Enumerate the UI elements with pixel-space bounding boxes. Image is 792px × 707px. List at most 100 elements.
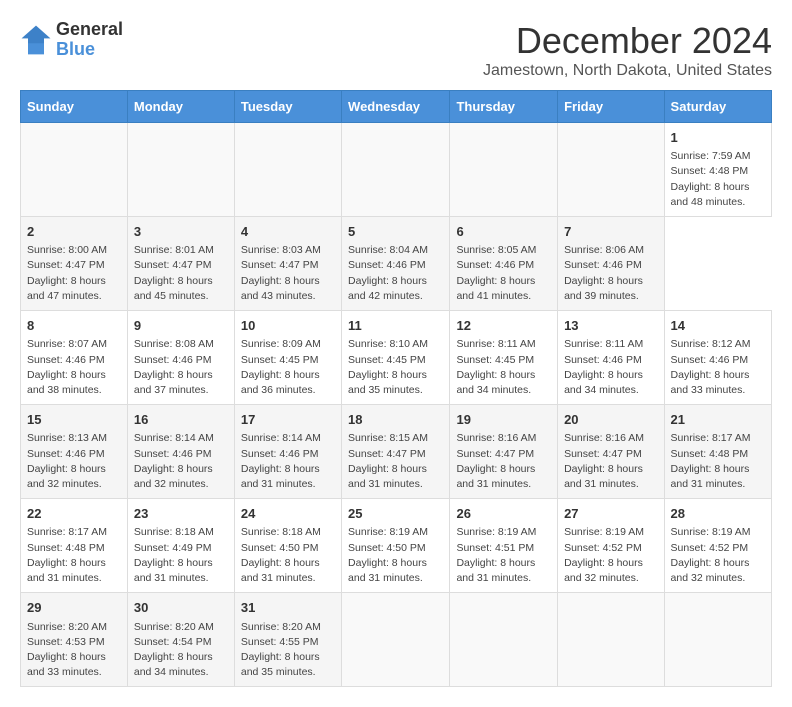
- page-container: General Blue December 2024 Jamestown, No…: [20, 20, 772, 687]
- calendar-cell: 4Sunrise: 8:03 AMSunset: 4:47 PMDaylight…: [234, 217, 341, 311]
- day-number: 2: [27, 223, 121, 241]
- header-day-thursday: Thursday: [450, 91, 558, 123]
- day-info: Sunrise: 8:18 AMSunset: 4:49 PMDaylight:…: [134, 525, 228, 586]
- day-info: Sunrise: 8:16 AMSunset: 4:47 PMDaylight:…: [456, 431, 551, 492]
- calendar-cell: [21, 123, 128, 217]
- header: General Blue December 2024 Jamestown, No…: [20, 20, 772, 80]
- day-number: 23: [134, 505, 228, 523]
- day-number: 25: [348, 505, 443, 523]
- header-day-friday: Friday: [558, 91, 664, 123]
- day-number: 14: [671, 317, 765, 335]
- day-info: Sunrise: 8:14 AMSunset: 4:46 PMDaylight:…: [241, 431, 335, 492]
- day-number: 12: [456, 317, 551, 335]
- calendar-cell: 12 Sunrise: 8:11 AMSunset: 4:45 PMDayligh…: [450, 311, 558, 405]
- calendar-cell: 5Sunrise: 8:04 AMSunset: 4:46 PMDaylight…: [342, 217, 450, 311]
- calendar-cell: 17 Sunrise: 8:14 AMSunset: 4:46 PMDayligh…: [234, 405, 341, 499]
- calendar-cell: 8Sunrise: 8:07 AMSunset: 4:46 PMDaylight…: [21, 311, 128, 405]
- calendar-cell: 1Sunrise: 7:59 AMSunset: 4:48 PMDaylight…: [664, 123, 771, 217]
- calendar-cell: 6 Sunrise: 8:05 AMSunset: 4:46 PMDaylight…: [450, 217, 558, 311]
- day-info: Sunrise: 8:20 AMSunset: 4:55 PMDaylight:…: [241, 620, 335, 681]
- day-number: 28: [671, 505, 765, 523]
- day-number: 21: [671, 411, 765, 429]
- header-day-tuesday: Tuesday: [234, 91, 341, 123]
- day-info: Sunrise: 8:15 AMSunset: 4:47 PMDaylight:…: [348, 431, 443, 492]
- day-number: 13: [564, 317, 657, 335]
- calendar-week-row: 29 Sunrise: 8:20 AMSunset: 4:53 PMDayligh…: [21, 593, 772, 687]
- day-number: 6: [456, 223, 551, 241]
- day-info: Sunrise: 8:17 AMSunset: 4:48 PMDaylight:…: [27, 525, 121, 586]
- day-info: Sunrise: 8:14 AMSunset: 4:46 PMDaylight:…: [134, 431, 228, 492]
- day-number: 18: [348, 411, 443, 429]
- logo-icon: [20, 24, 52, 56]
- day-info: Sunrise: 8:20 AMSunset: 4:54 PMDaylight:…: [134, 620, 228, 681]
- day-number: 27: [564, 505, 657, 523]
- day-info: Sunrise: 8:00 AMSunset: 4:47 PMDaylight:…: [27, 243, 121, 304]
- day-number: 19: [456, 411, 551, 429]
- day-info: Sunrise: 8:10 AMSunset: 4:45 PMDaylight:…: [348, 337, 443, 398]
- day-info: Sunrise: 8:11 AMSunset: 4:46 PMDaylight:…: [564, 337, 657, 398]
- day-number: 31: [241, 599, 335, 617]
- day-info: Sunrise: 8:20 AMSunset: 4:53 PMDaylight:…: [27, 620, 121, 681]
- calendar-cell: 25 Sunrise: 8:19 AMSunset: 4:50 PMDayligh…: [342, 499, 450, 593]
- calendar-cell: [450, 123, 558, 217]
- title-block: December 2024 Jamestown, North Dakota, U…: [483, 20, 772, 80]
- main-title: December 2024: [483, 20, 772, 62]
- day-number: 29: [27, 599, 121, 617]
- header-day-wednesday: Wednesday: [342, 91, 450, 123]
- calendar-cell: 26Sunrise: 8:19 AMSunset: 4:51 PMDayligh…: [450, 499, 558, 593]
- day-number: 4: [241, 223, 335, 241]
- calendar-cell: 29 Sunrise: 8:20 AMSunset: 4:53 PMDayligh…: [21, 593, 128, 687]
- calendar-week-row: 22 Sunrise: 8:17 AMSunset: 4:48 PMDayligh…: [21, 499, 772, 593]
- calendar-cell: [664, 593, 771, 687]
- day-number: 8: [27, 317, 121, 335]
- day-number: 9: [134, 317, 228, 335]
- day-info: Sunrise: 8:06 AMSunset: 4:46 PMDaylight:…: [564, 243, 657, 304]
- calendar-cell: [127, 123, 234, 217]
- calendar-cell: [234, 123, 341, 217]
- calendar-cell: 13 Sunrise: 8:11 AMSunset: 4:46 PMDayligh…: [558, 311, 664, 405]
- calendar-cell: 18 Sunrise: 8:15 AMSunset: 4:47 PMDayligh…: [342, 405, 450, 499]
- calendar-cell: 22 Sunrise: 8:17 AMSunset: 4:48 PMDayligh…: [21, 499, 128, 593]
- day-number: 3: [134, 223, 228, 241]
- calendar-cell: 9 Sunrise: 8:08 AMSunset: 4:46 PMDaylight…: [127, 311, 234, 405]
- calendar-cell: 23 Sunrise: 8:18 AMSunset: 4:49 PMDayligh…: [127, 499, 234, 593]
- header-day-monday: Monday: [127, 91, 234, 123]
- calendar-cell: 24Sunrise: 8:18 AMSunset: 4:50 PMDayligh…: [234, 499, 341, 593]
- day-info: Sunrise: 8:13 AMSunset: 4:46 PMDaylight:…: [27, 431, 121, 492]
- header-day-sunday: Sunday: [21, 91, 128, 123]
- calendar-week-row: 2 Sunrise: 8:00 AMSunset: 4:47 PMDaylight…: [21, 217, 772, 311]
- calendar-cell: 31 Sunrise: 8:20 AMSunset: 4:55 PMDayligh…: [234, 593, 341, 687]
- day-number: 30: [134, 599, 228, 617]
- subtitle: Jamestown, North Dakota, United States: [483, 62, 772, 80]
- logo: General Blue: [20, 20, 123, 60]
- day-number: 24: [241, 505, 335, 523]
- day-number: 22: [27, 505, 121, 523]
- day-number: 20: [564, 411, 657, 429]
- calendar-week-row: 15Sunrise: 8:13 AMSunset: 4:46 PMDayligh…: [21, 405, 772, 499]
- calendar-cell: 2 Sunrise: 8:00 AMSunset: 4:47 PMDaylight…: [21, 217, 128, 311]
- day-info: Sunrise: 8:11 AMSunset: 4:45 PMDaylight:…: [456, 337, 551, 398]
- calendar-cell: [558, 593, 664, 687]
- calendar-cell: 7Sunrise: 8:06 AMSunset: 4:46 PMDaylight…: [558, 217, 664, 311]
- day-number: 26: [456, 505, 551, 523]
- day-info: Sunrise: 8:16 AMSunset: 4:47 PMDaylight:…: [564, 431, 657, 492]
- day-number: 17: [241, 411, 335, 429]
- calendar-cell: [342, 123, 450, 217]
- logo-line2: Blue: [56, 40, 123, 60]
- calendar-cell: 30 Sunrise: 8:20 AMSunset: 4:54 PMDayligh…: [127, 593, 234, 687]
- calendar-cell: 15Sunrise: 8:13 AMSunset: 4:46 PMDayligh…: [21, 405, 128, 499]
- calendar-cell: 11 Sunrise: 8:10 AMSunset: 4:45 PMDayligh…: [342, 311, 450, 405]
- day-info: Sunrise: 8:08 AMSunset: 4:46 PMDaylight:…: [134, 337, 228, 398]
- day-info: Sunrise: 8:17 AMSunset: 4:48 PMDaylight:…: [671, 431, 765, 492]
- logo-line1: General: [56, 20, 123, 40]
- day-number: 1: [671, 129, 765, 147]
- calendar-cell: 16Sunrise: 8:14 AMSunset: 4:46 PMDayligh…: [127, 405, 234, 499]
- day-info: Sunrise: 8:05 AMSunset: 4:46 PMDaylight:…: [456, 243, 551, 304]
- calendar-cell: [450, 593, 558, 687]
- day-number: 11: [348, 317, 443, 335]
- calendar-cell: 19 Sunrise: 8:16 AMSunset: 4:47 PMDayligh…: [450, 405, 558, 499]
- calendar-cell: 20 Sunrise: 8:16 AMSunset: 4:47 PMDayligh…: [558, 405, 664, 499]
- calendar-cell: 3Sunrise: 8:01 AMSunset: 4:47 PMDaylight…: [127, 217, 234, 311]
- day-info: Sunrise: 8:19 AMSunset: 4:50 PMDaylight:…: [348, 525, 443, 586]
- day-info: Sunrise: 8:19 AMSunset: 4:52 PMDaylight:…: [564, 525, 657, 586]
